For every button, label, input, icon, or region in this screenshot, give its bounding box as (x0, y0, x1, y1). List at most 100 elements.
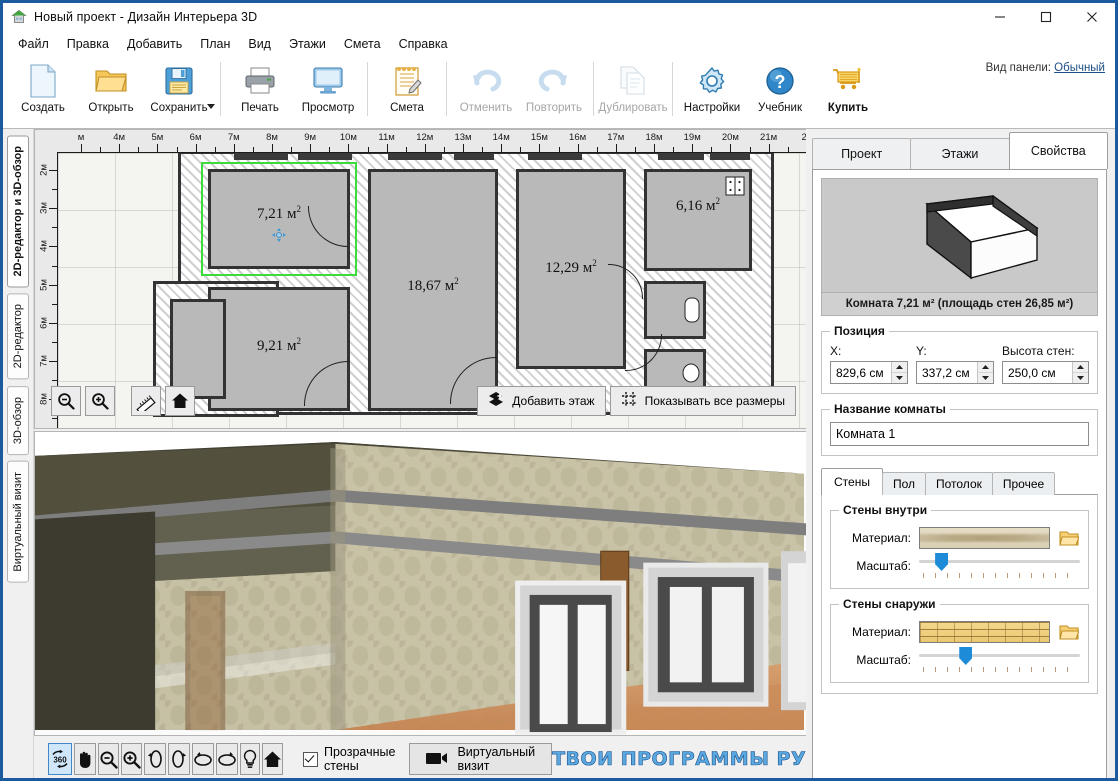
room-name-input[interactable]: Комната 1 (830, 422, 1089, 446)
spinner-down-icon[interactable] (978, 373, 993, 383)
room-3[interactable]: 9,21 м2 (208, 287, 350, 411)
menu-item-add[interactable]: Добавить (118, 34, 191, 54)
tab-other[interactable]: Прочее (991, 472, 1056, 495)
spinner-arrows[interactable] (977, 362, 993, 383)
duplicate-button[interactable]: Дублировать (598, 56, 668, 126)
room-annex[interactable] (170, 299, 226, 399)
door-swing-arc (304, 361, 349, 406)
outer-scale-slider[interactable] (919, 647, 1080, 673)
close-icon[interactable] (1069, 3, 1115, 31)
spinner-up-icon[interactable] (978, 362, 993, 373)
minimize-icon[interactable] (977, 3, 1023, 31)
zoom-out-icon[interactable] (98, 743, 119, 775)
outer-material-swatch[interactable] (919, 621, 1050, 643)
menu-item-edit[interactable]: Правка (58, 34, 118, 54)
room-4[interactable]: 12,29 м2 (516, 169, 643, 369)
ruler-h-label: 12м (416, 132, 434, 143)
zoom-in-icon[interactable] (121, 743, 142, 775)
ruler-icon[interactable] (131, 386, 161, 416)
x-value[interactable]: 829,6 см (831, 362, 891, 383)
rotate-horizontal-left-icon[interactable] (192, 743, 214, 775)
wall-height-spinner[interactable]: 250,0 см (1002, 361, 1089, 384)
view-3d[interactable] (34, 431, 806, 736)
panel-view-value-link[interactable]: Обычный (1054, 62, 1105, 74)
window-symbol (298, 153, 352, 160)
room-bath-1[interactable] (644, 281, 706, 339)
zoom-in-icon[interactable] (85, 386, 115, 416)
room-5[interactable]: 6,16 м2 (644, 169, 752, 271)
open-folder-icon[interactable] (1058, 624, 1080, 641)
spinner-up-icon[interactable] (892, 362, 907, 373)
light-bulb-icon[interactable] (240, 743, 260, 775)
home-icon[interactable] (262, 743, 283, 775)
inner-scale-slider[interactable] (919, 553, 1080, 579)
undo-button[interactable]: Отменить (452, 56, 520, 126)
estimate-button[interactable]: Смета (373, 56, 441, 126)
open-button[interactable]: Открыть (77, 56, 145, 126)
tab-project[interactable]: Проект (812, 138, 912, 169)
slider-thumb[interactable] (959, 647, 973, 665)
y-value[interactable]: 337,2 см (917, 362, 977, 383)
sidebar-item-2d-and-3d[interactable]: 2D-редактор и 3D-обзор (7, 135, 29, 288)
rotate-vertical-left-icon[interactable] (144, 743, 166, 775)
slider-thumb[interactable] (935, 553, 949, 571)
spinner-arrows[interactable] (1072, 362, 1088, 383)
ruler-tick (405, 147, 407, 152)
open-folder-icon[interactable] (1058, 530, 1080, 547)
transparent-walls-checkbox[interactable]: Прозрачные стены (303, 745, 395, 773)
show-all-sizes-button[interactable]: Показывать все размеры (609, 386, 796, 416)
window-symbol (710, 153, 750, 160)
print-button[interactable]: Печать (226, 56, 294, 126)
save-button[interactable]: Сохранить (145, 56, 213, 126)
pan-hand-icon[interactable] (74, 743, 96, 775)
menu-bar: Файл Правка Добавить План Вид Этажи Смет… (3, 32, 1115, 56)
floor-plan-2d[interactable]: м 4м 5м 6м 7м 8м 9м 10м 11м 12м 13м 14м 15м 16м 17м 18м… (34, 129, 806, 429)
sidebar-item-3d-view[interactable]: 3D-обзор (7, 385, 29, 455)
room-1[interactable]: 7,21 м2 (208, 169, 350, 269)
tutorial-button[interactable]: ? Учебник (746, 56, 814, 126)
menu-item-view[interactable]: Вид (239, 34, 280, 54)
menu-item-file[interactable]: Файл (9, 34, 58, 54)
x-spinner[interactable]: 829,6 см (830, 361, 908, 384)
sidebar-item-2d-editor[interactable]: 2D-редактор (7, 293, 29, 380)
left-mode-tabs: 2D-редактор и 3D-обзор 2D-редактор 3D-об… (3, 129, 34, 778)
y-spinner[interactable]: 337,2 см (916, 361, 994, 384)
buy-button[interactable]: Купить (814, 56, 882, 126)
add-floor-button[interactable]: Добавить этаж (477, 386, 606, 416)
rotate-360-icon[interactable]: 360 (48, 743, 72, 775)
ruler-tick (634, 147, 636, 152)
zoom-out-icon[interactable] (51, 386, 81, 416)
redo-button[interactable]: Повторить (520, 56, 588, 126)
tab-properties[interactable]: Свойства (1008, 132, 1108, 169)
menu-item-plan[interactable]: План (191, 34, 239, 54)
chevron-down-icon[interactable] (207, 103, 215, 109)
menu-item-estimate[interactable]: Смета (335, 34, 390, 54)
maximize-icon[interactable] (1023, 3, 1069, 31)
virtual-visit-button[interactable]: Виртуальный визит (409, 743, 553, 775)
new-button[interactable]: Создать (9, 56, 77, 126)
tab-walls[interactable]: Стены (821, 468, 883, 495)
room-2[interactable]: 18,67 м2 (368, 169, 498, 411)
inner-material-swatch[interactable] (919, 527, 1050, 549)
home-icon[interactable] (165, 386, 195, 416)
ruler-h-label: 5м (151, 132, 164, 143)
preview-button[interactable]: Просмотр (294, 56, 362, 126)
settings-button[interactable]: Настройки (678, 56, 746, 126)
ruler-tick (424, 144, 426, 152)
spinner-arrows[interactable] (891, 362, 907, 383)
wall-height-value[interactable]: 250,0 см (1003, 362, 1072, 383)
spinner-down-icon[interactable] (1073, 373, 1088, 383)
menu-item-floors[interactable]: Этажи (280, 34, 335, 54)
menu-item-help[interactable]: Справка (390, 34, 457, 54)
tab-floor[interactable]: Пол (881, 472, 926, 495)
spinner-up-icon[interactable] (1073, 362, 1088, 373)
properties-content: Комната 7,21 м² (площадь стен 26,85 м²) … (812, 169, 1107, 778)
sidebar-item-virtual-visit[interactable]: Виртуальный визит (7, 460, 29, 583)
spinner-down-icon[interactable] (892, 373, 907, 383)
move-handle-icon[interactable] (272, 228, 286, 242)
rotate-vertical-right-icon[interactable] (168, 743, 190, 775)
window-symbol (388, 153, 442, 160)
tab-floors[interactable]: Этажи (910, 138, 1010, 169)
tab-ceiling[interactable]: Потолок (925, 472, 993, 495)
rotate-horizontal-right-icon[interactable] (216, 743, 238, 775)
